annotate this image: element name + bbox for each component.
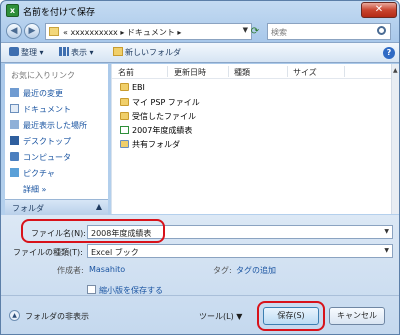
- scrollbar[interactable]: ▲: [391, 64, 399, 214]
- list-item-label: EBI: [132, 83, 145, 92]
- filetype-select[interactable]: Excel ブック ▼: [87, 244, 393, 258]
- list-item[interactable]: 共有フォルダ: [120, 139, 180, 150]
- excel-icon: x: [6, 4, 19, 17]
- chevron-up-icon: ▲: [95, 202, 102, 211]
- recent-changes-icon: [10, 88, 19, 97]
- column-type[interactable]: 種類: [234, 67, 250, 78]
- views-menu[interactable]: 表示 ▾: [59, 47, 94, 58]
- column-headers: 名前 更新日時 種類 サイズ: [112, 64, 392, 79]
- scroll-up-icon: ▲: [393, 67, 398, 74]
- search-icon: [377, 26, 386, 35]
- author-value[interactable]: Masahito: [89, 265, 125, 274]
- sidebar-item-label: 最近の変更: [23, 89, 63, 98]
- address-path: « xxxxxxxxxx ▸ ドキュメント ▸: [63, 28, 182, 37]
- title-bar: x 名前を付けて保存 ✕: [1, 1, 399, 21]
- sidebar-item-label: コンピュータ: [23, 153, 71, 162]
- refresh-icon[interactable]: ⟳: [247, 23, 263, 40]
- author-label: 作成者:: [57, 266, 84, 275]
- column-size[interactable]: サイズ: [293, 67, 317, 78]
- column-divider: [228, 66, 229, 77]
- column-divider: [287, 66, 288, 77]
- sidebar-item-recent-changes[interactable]: 最近の変更: [10, 88, 63, 99]
- back-arrow-icon: ◀: [10, 26, 18, 36]
- back-button[interactable]: ◀: [6, 23, 22, 39]
- list-item-label: 受信したファイル: [132, 112, 196, 121]
- views-icon: [59, 47, 69, 56]
- toolbar: 整理 ▾ 表示 ▾ 新しいフォルダ ?: [1, 42, 399, 63]
- list-item[interactable]: 受信したファイル: [120, 111, 196, 122]
- forward-arrow-icon: ▶: [28, 26, 36, 36]
- folder-icon: [49, 27, 59, 36]
- new-folder-label: 新しいフォルダ: [125, 48, 181, 57]
- documents-icon: [10, 104, 19, 113]
- organize-label: 整理: [21, 48, 37, 57]
- save-as-dialog: x 名前を付けて保存 ✕ ◀ ▶ « xxxxxxxxxx ▸ ドキュメント ▸…: [0, 0, 400, 335]
- save-highlight: [257, 301, 325, 331]
- filename-highlight: [21, 219, 165, 243]
- folder-icon: [120, 83, 129, 91]
- folder-icon: [120, 98, 129, 106]
- list-item-label: 共有フォルダ: [132, 140, 180, 149]
- list-item-label: マイ PSP ファイル: [132, 98, 200, 107]
- pictures-icon: [10, 168, 19, 177]
- list-item[interactable]: マイ PSP ファイル: [120, 97, 200, 108]
- sidebar-item-label: ピクチャ: [23, 169, 55, 178]
- chevron-down-icon[interactable]: ▼: [384, 228, 389, 235]
- address-row: ◀ ▶ « xxxxxxxxxx ▸ ドキュメント ▸ ▼ ⟳ 検索: [1, 21, 399, 41]
- help-icon[interactable]: ?: [383, 47, 395, 59]
- organize-menu[interactable]: 整理 ▾: [9, 47, 44, 58]
- save-options-panel: ファイル名(N): 2008年度成績表 ▼ ファイルの種類(T): Excel …: [1, 215, 399, 334]
- recent-places-icon: [10, 120, 19, 129]
- file-list: 名前 更新日時 種類 サイズ EBI マイ PSP ファイル 受信したファイル …: [111, 64, 392, 214]
- sidebar-item-computer[interactable]: コンピュータ: [10, 152, 71, 163]
- excel-file-icon: [120, 126, 129, 134]
- list-item-label: 2007年度成績表: [132, 126, 193, 135]
- tools-label: ツール(L): [199, 312, 234, 321]
- divider: [1, 295, 399, 296]
- sidebar-item-pictures[interactable]: ピクチャ: [10, 168, 55, 179]
- chevron-down-icon[interactable]: ▼: [384, 247, 389, 254]
- desktop-icon: [10, 136, 19, 145]
- computer-icon: [10, 152, 19, 161]
- new-folder-icon: [113, 47, 123, 56]
- hide-folders-button[interactable]: フォルダの非表示: [25, 311, 89, 322]
- tools-menu[interactable]: ツール(L) ▼: [199, 311, 242, 322]
- column-divider: [167, 66, 168, 77]
- sidebar-item-label: ドキュメント: [23, 105, 71, 114]
- search-input[interactable]: 検索: [267, 23, 391, 40]
- column-divider: [344, 66, 345, 77]
- sidebar-item-label: 最近表示した場所: [23, 121, 87, 130]
- add-tag-link[interactable]: タグの追加: [236, 265, 276, 276]
- sidebar-item-recent-places[interactable]: 最近表示した場所: [10, 120, 87, 131]
- chevron-down-icon: ▼: [236, 312, 243, 321]
- folders-label: フォルダ: [12, 204, 44, 213]
- column-name[interactable]: 名前: [118, 67, 134, 78]
- thumbnail-checkbox[interactable]: [87, 285, 96, 294]
- sidebar-item-desktop[interactable]: デスクトップ: [10, 136, 71, 147]
- shared-folder-icon: [120, 140, 129, 148]
- address-bar[interactable]: « xxxxxxxxxx ▸ ドキュメント ▸ ▼: [45, 23, 252, 40]
- chevron-up-icon[interactable]: ▲: [9, 310, 20, 321]
- new-folder-button[interactable]: 新しいフォルダ: [113, 47, 181, 58]
- folder-icon: [120, 112, 129, 120]
- organize-icon: [9, 47, 19, 56]
- list-item[interactable]: 2007年度成績表: [120, 125, 192, 136]
- more-links[interactable]: 詳細 »: [23, 184, 46, 195]
- folders-bar[interactable]: フォルダ ▲: [5, 199, 108, 215]
- sidebar-item-label: デスクトップ: [23, 137, 71, 146]
- close-button[interactable]: ✕: [361, 2, 397, 18]
- search-placeholder: 検索: [271, 28, 287, 37]
- filetype-value: Excel ブック: [91, 248, 139, 257]
- favorite-links-pane: お気に入りリンク 最近の変更 ドキュメント 最近表示した場所 デスクトップ コン…: [5, 64, 108, 214]
- views-label: 表示: [71, 48, 87, 57]
- column-modified[interactable]: 更新日時: [174, 67, 206, 78]
- sidebar-item-documents[interactable]: ドキュメント: [10, 104, 71, 115]
- list-item[interactable]: EBI: [120, 83, 145, 92]
- window-title: 名前を付けて保存: [23, 8, 96, 18]
- favorite-links-header: お気に入りリンク: [11, 71, 75, 80]
- forward-button[interactable]: ▶: [24, 23, 40, 39]
- cancel-button[interactable]: キャンセル: [329, 307, 385, 325]
- filetype-label: ファイルの種類(T):: [13, 248, 83, 257]
- tags-label: タグ:: [213, 266, 232, 275]
